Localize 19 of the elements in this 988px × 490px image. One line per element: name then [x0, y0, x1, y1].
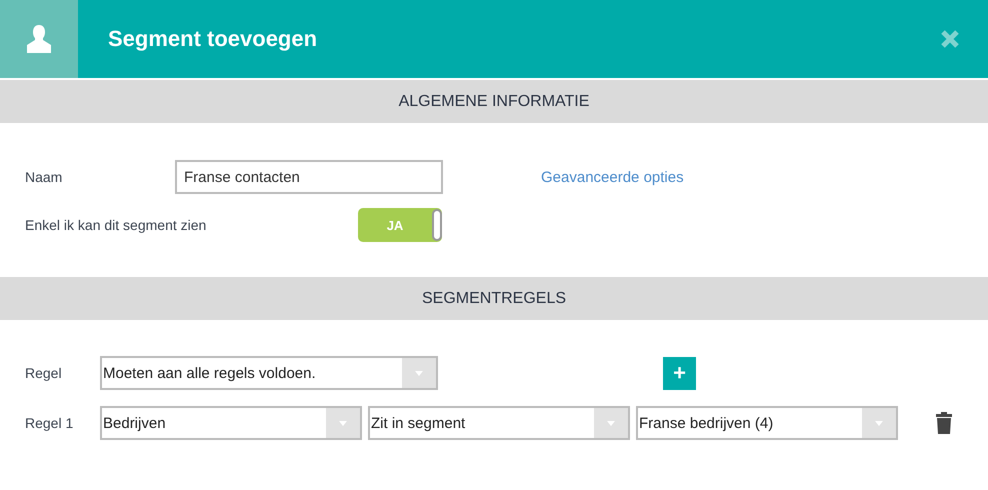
dialog-title: Segment toevoegen — [108, 26, 318, 52]
caret-icon — [415, 370, 423, 376]
name-field[interactable]: Franse contacten — [175, 160, 443, 194]
field-label: Enkel ik kan dit segment zien — [25, 217, 208, 233]
section-title: ALGEMENE INFORMATIE — [398, 92, 590, 110]
rule-dropdown[interactable]: Zit in segment — [368, 406, 630, 440]
caret-icon — [339, 420, 347, 426]
field-label: Naam — [25, 169, 64, 185]
match-dropdown[interactable]: Moeten aan alle regels voldoen. — [100, 356, 438, 390]
rule-dropdown[interactable]: Franse bedrijven (4) — [636, 406, 898, 440]
rule-label: Regel — [25, 365, 63, 381]
advanced-options-link[interactable]: Geavanceerde opties — [541, 168, 684, 186]
person-icon — [25, 24, 53, 54]
section-title: SEGMENTREGELS — [422, 290, 566, 308]
rule-label: Regel 1 — [25, 415, 74, 431]
trash-icon[interactable] — [936, 412, 952, 434]
caret-icon — [875, 420, 883, 426]
caret-icon — [607, 420, 615, 426]
rule-dropdown[interactable]: Bedrijven — [100, 406, 362, 440]
